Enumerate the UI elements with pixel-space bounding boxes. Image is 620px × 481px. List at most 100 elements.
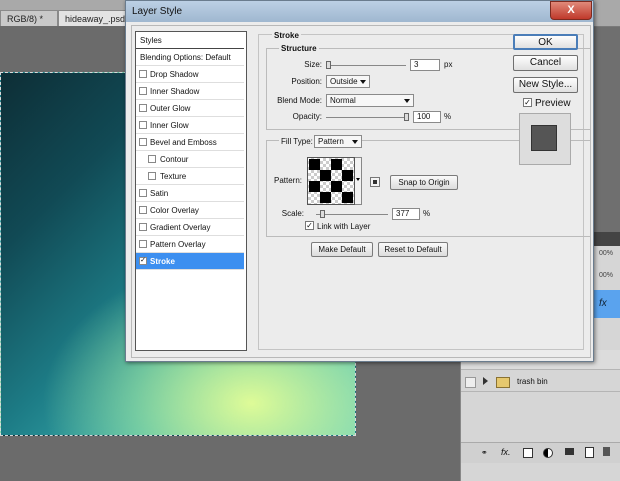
pattern-label: Pattern: [274,176,303,185]
opacity-label: Opacity: [292,112,322,121]
style-item-gradient-overlay[interactable]: Gradient Overlay [136,219,244,236]
layers-bottom-toolbar: ⚭ fx. [461,442,620,463]
pattern-square [320,170,331,181]
add-mask-icon[interactable] [523,448,533,458]
ok-button[interactable]: OK [513,34,578,50]
style-item-blending-options-default[interactable]: Blending Options: Default [136,49,244,66]
size-input[interactable]: 3 [410,59,440,71]
style-item-label: Bevel and Emboss [150,138,217,147]
add-style-icon[interactable]: fx. [501,447,511,457]
style-item-drop-shadow[interactable]: Drop Shadow [136,66,244,83]
document-tab-label: hideaway_.psd [65,14,126,24]
style-checkbox[interactable] [139,223,147,231]
style-item-contour[interactable]: Contour [136,151,244,168]
style-checkbox[interactable]: ✓ [139,257,147,265]
snap-to-origin-button[interactable]: Snap to Origin [390,175,458,190]
new-style-button[interactable]: New Style... [513,77,578,93]
style-item-label: Pattern Overlay [150,240,206,249]
style-checkbox[interactable] [139,70,147,78]
style-checkbox[interactable] [148,155,156,163]
style-item-inner-glow[interactable]: Inner Glow [136,117,244,134]
style-item-label: Stroke [150,257,175,266]
opacity-readout: 00% [599,250,614,257]
dialog-title: Layer Style [132,6,183,17]
trash-icon[interactable] [603,447,610,456]
blend-mode-select[interactable]: Normal [326,94,414,107]
style-item-label: Inner Glow [150,121,189,130]
visibility-toggle[interactable] [465,377,476,388]
opacity-slider-knob[interactable] [404,113,409,121]
reset-to-default-button[interactable]: Reset to Default [378,242,448,257]
style-item-bevel-and-emboss[interactable]: Bevel and Emboss [136,134,244,151]
scale-slider[interactable] [316,214,388,215]
style-item-label: Blending Options: Default [140,53,231,62]
style-item-label: Outer Glow [150,104,191,113]
style-item-texture[interactable]: Texture [136,168,244,185]
style-item-label: Contour [160,155,189,164]
layer-row-trash-bin[interactable]: trash bin [461,372,620,392]
dialog-titlebar[interactable] [126,1,593,22]
style-checkbox[interactable] [139,138,147,146]
expand-triangle-icon[interactable] [483,377,488,385]
checkmark-icon: ✓ [524,98,531,107]
chevron-down-icon [360,80,366,84]
style-item-color-overlay[interactable]: Color Overlay [136,202,244,219]
scale-unit: % [423,209,431,218]
styles-header[interactable]: Styles [136,32,244,49]
style-checkbox[interactable] [139,189,147,197]
pattern-picker-dropdown[interactable] [355,157,362,205]
style-checkbox[interactable] [139,240,147,248]
scale-input[interactable]: 377 [392,208,420,220]
link-with-layer-checkbox[interactable]: ✓ [305,221,314,230]
cancel-button[interactable]: Cancel [513,55,578,71]
make-default-button[interactable]: Make Default [311,242,373,257]
link-layers-icon[interactable]: ⚭ [481,448,488,457]
checkmark-icon: ✓ [306,221,313,230]
pattern-square [342,170,353,181]
size-label: Size: [304,60,322,69]
fill-readout: 00% [599,272,614,279]
document-tab-1[interactable]: RGB/8) *× [0,10,58,41]
style-checkbox[interactable] [148,172,156,180]
new-preset-icon[interactable] [370,177,380,187]
style-item-label: Texture [160,172,187,181]
opacity-unit: % [444,112,452,121]
style-checkbox[interactable] [139,121,147,129]
close-button[interactable]: X [550,1,592,20]
style-item-stroke[interactable]: ✓ Stroke [136,253,244,270]
style-checkbox[interactable] [139,206,147,214]
chevron-down-icon [356,178,360,181]
style-item-inner-shadow[interactable]: Inner Shadow [136,83,244,100]
scale-slider-knob[interactable] [319,210,325,218]
size-slider-knob[interactable] [325,61,331,69]
style-item-label: Inner Shadow [150,87,200,96]
fill-type-value: Pattern [318,137,344,146]
pattern-swatch[interactable] [307,157,355,205]
opacity-input[interactable]: 100 [413,111,441,123]
pattern-square [342,192,353,203]
style-item-pattern-overlay[interactable]: Pattern Overlay [136,236,244,253]
selected-layer-strip[interactable]: fx [593,290,620,318]
chevron-down-icon [404,99,410,103]
blend-mode-label: Blend Mode: [277,96,322,105]
new-layer-icon[interactable] [585,447,594,458]
opacity-slider[interactable] [326,117,406,118]
position-label: Position: [291,77,322,86]
style-item-satin[interactable]: Satin [136,185,244,202]
style-item-label: Satin [150,189,169,198]
adjustment-layer-icon[interactable] [543,448,553,458]
preview-label: Preview [535,98,571,109]
fx-icon: fx [599,298,607,309]
pattern-square [309,159,320,170]
size-slider[interactable] [326,65,406,66]
preview-checkbox[interactable]: ✓ [523,98,532,107]
new-group-icon[interactable] [565,448,574,455]
fill-type-select[interactable]: Pattern [314,135,362,148]
style-checkbox[interactable] [139,87,147,95]
style-item-label: Gradient Overlay [150,223,211,232]
style-item-label: Drop Shadow [150,70,199,79]
style-checkbox[interactable] [139,104,147,112]
link-with-layer-label: Link with Layer [317,222,371,231]
position-select[interactable]: Outside [326,75,370,88]
style-item-outer-glow[interactable]: Outer Glow [136,100,244,117]
